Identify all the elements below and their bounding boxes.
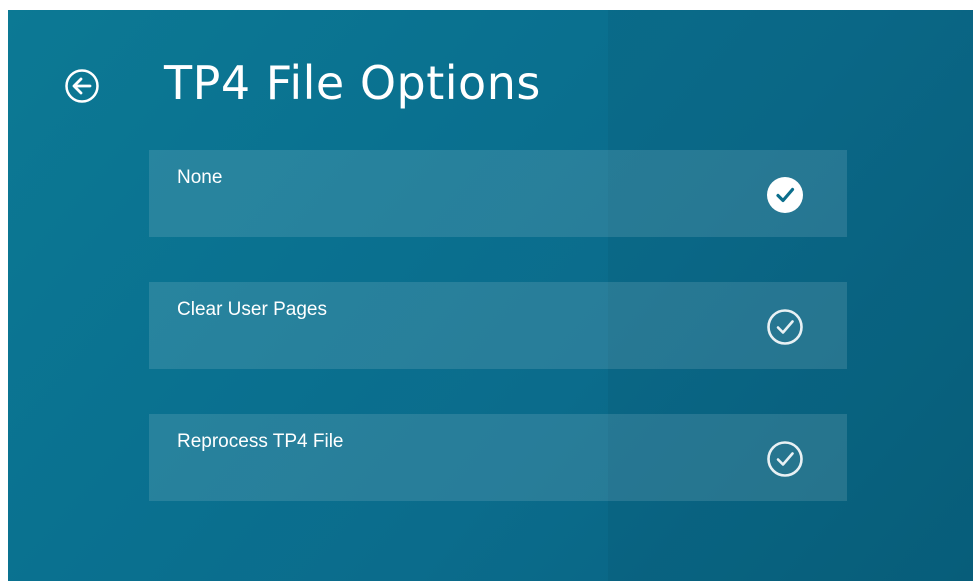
option-label: None [177,167,223,188]
check-circle-outline-icon[interactable] [766,308,804,346]
page-title: TP4 File Options [164,56,541,110]
check-circle-outline-icon[interactable] [766,440,804,478]
option-label: Reprocess TP4 File [177,431,344,452]
option-none[interactable]: None [149,150,847,237]
option-reprocess-tp4-file[interactable]: Reprocess TP4 File [149,414,847,501]
back-button[interactable] [64,68,100,104]
option-clear-user-pages[interactable]: Clear User Pages [149,282,847,369]
options-panel: TP4 File Options None Clear User Pages R… [8,10,973,581]
check-circle-filled-icon[interactable] [766,176,804,214]
back-arrow-circle-icon [65,69,99,103]
option-label: Clear User Pages [177,299,327,320]
